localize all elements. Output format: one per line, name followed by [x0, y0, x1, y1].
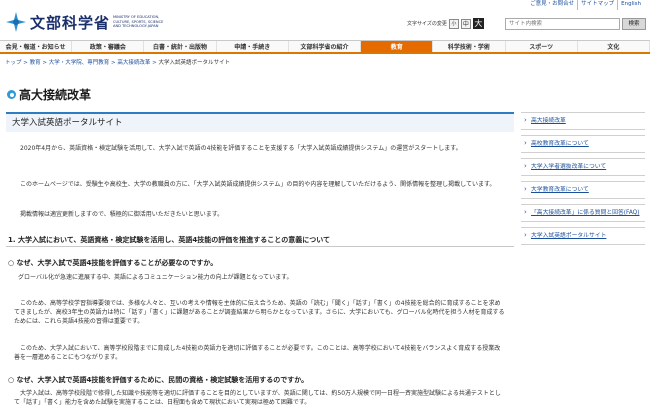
sidebar-item-faq[interactable]: 「高大接続改革」に係る質問と回答(FAQ) — [521, 204, 645, 222]
question-heading-1: ○ なぜ、大学入試で英語4技能を評価することが必要なのですか。 — [8, 259, 218, 267]
font-size-label: 文字サイズの変更 — [407, 21, 447, 27]
nav-item-publications[interactable]: 白書・統計・出版物 — [144, 41, 217, 52]
intro-paragraph-2: このホームページでは、受験生や高校生、大学の教職員の方に、「大学入試英語成績提供… — [20, 181, 496, 188]
global-nav: 会見・報道・お知らせ 政策・審議会 白書・統計・出版物 申請・手続き 文部科学省… — [0, 40, 650, 54]
main-content: 大学入試英語ポータルサイト 2020年4月から、英語資格・検定試験を活用して、大… — [6, 112, 514, 406]
answer-paragraph-1: グローバル化が急速に進展する中、英語によるコミュニケーション能力の向上が課題とな… — [18, 274, 293, 281]
breadcrumb-separator: > — [21, 60, 30, 66]
nav-item-about[interactable]: 文部科学省の紹介 — [289, 41, 362, 52]
site-header: 文部科学省 MINISTRY OF EDUCATION, CULTURE, SP… — [0, 8, 650, 38]
site-logo[interactable]: 文部科学省 MINISTRY OF EDUCATION, CULTURE, SP… — [5, 11, 169, 33]
intro-paragraph-1: 2020年4月から、英語資格・検定試験を活用して、大学入試で英語の4技能を評価す… — [20, 145, 462, 152]
page-title: 高大接続改革 — [19, 88, 92, 102]
breadcrumb-link-education[interactable]: 教育 — [30, 60, 41, 66]
nav-item-news[interactable]: 会見・報道・お知らせ — [0, 41, 73, 52]
breadcrumb-link-top[interactable]: トップ — [5, 60, 22, 66]
font-size-medium-button[interactable]: 中 — [460, 18, 471, 29]
answer-paragraph-2: このため、高等学校学習指導要領では、多様な人々と、互いの考えや情報を主体的に伝え… — [14, 300, 505, 325]
nav-item-culture[interactable]: 文化 — [578, 41, 650, 52]
logo-text-jp: 文部科学省 — [30, 13, 111, 32]
breadcrumb-link-reform[interactable]: 高大接続改革 — [117, 60, 150, 66]
breadcrumb: トップ > 教育 > 大学・大学院、専門教育 > 高大接続改革 > 大学入試英語… — [5, 58, 230, 66]
intro-paragraph-3: 掲載情報は適宜更新しますので、積極的に御活用いただきたいと思います。 — [20, 211, 224, 218]
nav-item-science[interactable]: 科学技術・学術 — [433, 41, 506, 52]
breadcrumb-separator: > — [150, 60, 159, 66]
font-size-control: 文字サイズの変更 小 中 大 — [407, 18, 484, 29]
sidebar-nav: 高大接続改革 高校教育改革について 大学入学者選抜改革について 大学教育改革につ… — [521, 112, 645, 250]
sidebar-item-admission-reform[interactable]: 大学入学者選抜改革について — [521, 158, 645, 176]
font-size-large-button[interactable]: 大 — [472, 18, 484, 29]
sidebar-item-high-school-reform[interactable]: 高校教育改革について — [521, 135, 645, 153]
answer-paragraph-3: このため、大学入試において、高等学校段階までに育成した4技能の英語力を適切に評価… — [14, 345, 501, 361]
sidebar-item-english-portal[interactable]: 大学入試英語ポータルサイト — [521, 227, 645, 245]
question-heading-2: ○ なぜ、大学入試で英語4技能を評価するために、民間の資格・検定試験を活用するの… — [8, 376, 309, 384]
section-title: 大学入試英語ポータルサイト — [6, 112, 514, 132]
breadcrumb-link-university[interactable]: 大学・大学院、専門教育 — [49, 60, 110, 66]
search-button[interactable]: 検索 — [622, 18, 646, 30]
mext-logo-icon — [6, 12, 26, 32]
sidebar-item-reform[interactable]: 高大接続改革 — [521, 112, 645, 130]
nav-item-sports[interactable]: スポーツ — [506, 41, 578, 52]
site-search-input[interactable] — [505, 18, 620, 30]
nav-item-policy[interactable]: 政策・審議会 — [72, 41, 145, 52]
answer-paragraph-4: 大学入試は、高等学校段階で修得した知識や技能等を適切に評価することを目的としてい… — [14, 390, 501, 406]
font-size-small-button[interactable]: 小 — [448, 18, 459, 29]
title-bullet-icon — [7, 90, 16, 99]
nav-item-education[interactable]: 教育 — [361, 41, 434, 52]
subsection-heading: 1. 大学入試において、英語資格・検定試験を活用し、英語4技能の評価を推進するこ… — [6, 233, 514, 247]
nav-item-applications[interactable]: 申請・手続き — [217, 41, 289, 52]
breadcrumb-separator: > — [40, 60, 49, 66]
page-title-block: 高大接続改革 — [7, 86, 91, 103]
sidebar-item-university-reform[interactable]: 大学教育改革について — [521, 181, 645, 199]
breadcrumb-current: 大学入試英語ポータルサイト — [158, 60, 231, 66]
logo-text-en: MINISTRY OF EDUCATION, CULTURE, SPORTS, … — [113, 15, 164, 29]
